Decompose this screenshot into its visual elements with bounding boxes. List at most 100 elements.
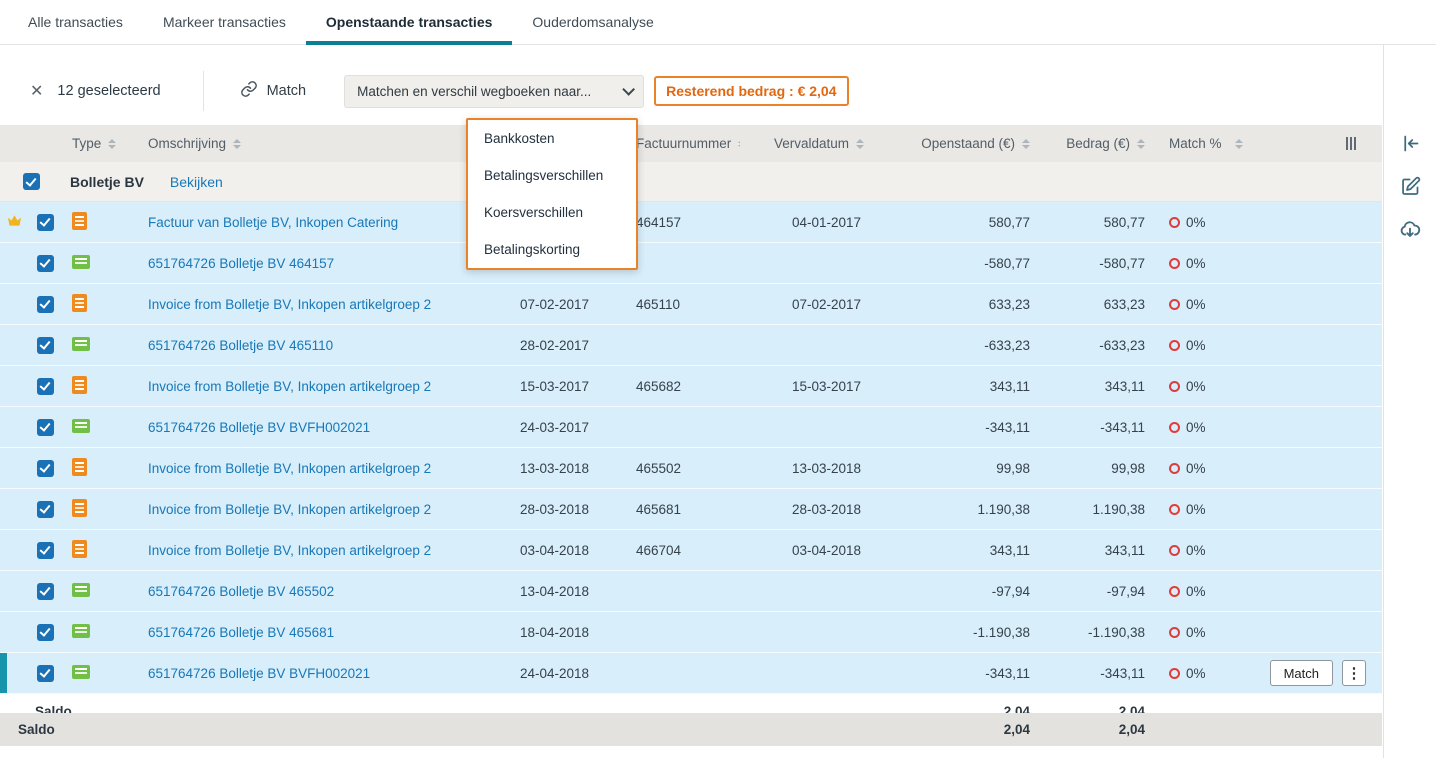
row-checkbox[interactable] [36,254,54,272]
column-settings-icon[interactable] [1346,137,1356,150]
invoice-icon [72,539,87,558]
row-checkbox[interactable] [36,541,54,559]
cell-bedrag: -343,11 [1100,665,1145,681]
transaction-link[interactable]: Invoice from Bolletje BV, Inkopen artike… [148,543,431,558]
column-header-bedrag[interactable]: Bedrag (€) [1040,136,1155,151]
table-row[interactable]: Factuur van Bolletje BV, Inkopen Caterin… [0,202,1382,243]
cell-bedrag: 1.190,38 [1092,501,1145,517]
cloud-download-icon [1400,221,1421,237]
column-header-openstaand[interactable]: Openstaand (€) [890,136,1040,151]
cell-match-value: 0% [1186,542,1206,558]
table-row[interactable]: Invoice from Bolletje BV, Inkopen artike… [0,448,1382,489]
table-row[interactable]: Invoice from Bolletje BV, Inkopen artike… [0,366,1382,407]
remaining-amount-badge: Resterend bedrag : € 2,04 [654,76,849,106]
transaction-link[interactable]: Invoice from Bolletje BV, Inkopen artike… [148,502,431,517]
column-header-vervaldatum[interactable]: Vervaldatum [740,136,890,151]
cell-openstaand: 633,23 [988,296,1030,312]
transaction-link[interactable]: Factuur van Bolletje BV, Inkopen Caterin… [148,215,398,230]
column-header-match[interactable]: Match % [1155,136,1250,151]
edit-icon [1401,176,1420,195]
cell-match-value: 0% [1186,214,1206,230]
cell-bedrag: 580,77 [1103,214,1145,230]
cell-openstaand: -343,11 [985,419,1030,435]
subtotal-bedrag: 2,04 [1118,703,1145,714]
cell-openstaand: 580,77 [988,214,1030,230]
row-checkbox[interactable] [36,295,54,313]
tab-ouderdomsanalyse[interactable]: Ouderdomsanalyse [512,0,673,44]
transaction-link[interactable]: 651764726 Bolletje BV 464157 [148,256,334,271]
cell-match-value: 0% [1186,296,1206,312]
tab-markeer-transacties[interactable]: Markeer transacties [143,0,306,44]
cell-openstaand: 343,11 [989,378,1030,394]
row-checkbox[interactable] [36,582,54,600]
cell-openstaand: 1.190,38 [977,501,1030,517]
transaction-link[interactable]: 651764726 Bolletje BV 465502 [148,584,334,599]
saldo-label: Saldo [18,722,55,737]
clear-selection-icon[interactable]: ✕ [30,81,43,101]
table-row[interactable]: 651764726 Bolletje BV 465681 18-04-2018 … [0,612,1382,653]
row-checkbox[interactable] [36,623,54,641]
transaction-link[interactable]: 651764726 Bolletje BV 465110 [148,338,333,353]
table-row[interactable]: 651764726 Bolletje BV BVFH002021 24-04-2… [0,653,1382,694]
download-button[interactable] [1399,219,1421,241]
cell-match-value: 0% [1186,337,1206,353]
chevron-down-icon [622,82,636,96]
link-icon [240,80,258,102]
transaction-link[interactable]: Invoice from Bolletje BV, Inkopen artike… [148,297,431,312]
saldo-footer-row: Saldo 2,04 2,04 [0,713,1382,746]
cell-bedrag: -97,94 [1106,583,1145,599]
transaction-link[interactable]: Invoice from Bolletje BV, Inkopen artike… [148,379,431,394]
subtotal-label: Saldo [35,703,72,714]
cell-factuurnummer: 465502 [636,460,682,476]
table-row[interactable]: 651764726 Bolletje BV BVFH002021 24-03-2… [0,407,1382,448]
cell-bedrag: -633,23 [1099,337,1145,353]
cell-factuurnummer: 466704 [636,542,682,558]
menu-item-betalingsverschillen[interactable]: Betalingsverschillen [468,157,636,194]
bank-transaction-icon [72,664,90,679]
row-checkbox[interactable] [36,213,54,231]
table-row[interactable]: Invoice from Bolletje BV, Inkopen artike… [0,489,1382,530]
transaction-link[interactable]: 651764726 Bolletje BV 465681 [148,625,334,640]
row-checkbox[interactable] [36,459,54,477]
saldo-bedrag: 2,04 [1118,722,1145,737]
row-checkbox[interactable] [36,664,54,682]
tab-alle-transacties[interactable]: Alle transacties [8,0,143,44]
cell-match-value: 0% [1186,624,1206,640]
transaction-link[interactable]: 651764726 Bolletje BV BVFH002021 [148,420,370,435]
crown-icon [7,214,22,230]
edit-button[interactable] [1400,176,1421,197]
sort-icon [233,138,242,149]
group-checkbox[interactable] [22,173,40,190]
table-row[interactable]: Invoice from Bolletje BV, Inkopen artike… [0,530,1382,571]
menu-item-betalingskorting[interactable]: Betalingskorting [468,231,636,268]
group-view-link[interactable]: Bekijken [170,174,223,190]
table-row[interactable]: Invoice from Bolletje BV, Inkopen artike… [0,284,1382,325]
cell-match-value: 0% [1186,255,1206,271]
row-checkbox[interactable] [36,418,54,436]
tab-openstaande-transacties[interactable]: Openstaande transacties [305,0,513,45]
cell-bedrag: 633,23 [1103,296,1145,312]
table-row[interactable]: 651764726 Bolletje BV 464157 -580,77 -58… [0,243,1382,284]
column-header-omschrijving[interactable]: Omschrijving [128,136,508,151]
match-zero-icon [1169,339,1180,351]
row-checkbox[interactable] [36,377,54,395]
table-row[interactable]: 651764726 Bolletje BV 465502 13-04-2018 … [0,571,1382,612]
collapse-panel-button[interactable] [1400,133,1421,154]
table-row[interactable]: 651764726 Bolletje BV 465110 28-02-2017 … [0,325,1382,366]
writeoff-dropdown[interactable]: Matchen en verschil wegboeken naar... [344,74,645,108]
cell-datum: 24-04-2018 [520,665,590,681]
row-checkbox[interactable] [36,500,54,518]
cell-openstaand: -97,94 [991,583,1030,599]
row-match-button[interactable]: Match [1269,660,1333,686]
row-menu-button[interactable]: ⋮ [1342,660,1366,686]
menu-item-bankkosten[interactable]: Bankkosten [468,120,636,157]
row-checkbox[interactable] [36,336,54,354]
cell-match-value: 0% [1186,501,1206,517]
transaction-link[interactable]: Invoice from Bolletje BV, Inkopen artike… [148,461,431,476]
match-action-button[interactable]: Match [240,80,306,102]
column-header-type[interactable]: Type [62,136,128,151]
cell-match-value: 0% [1186,583,1206,599]
match-zero-icon [1169,503,1180,515]
transaction-link[interactable]: 651764726 Bolletje BV BVFH002021 [148,666,370,681]
menu-item-koersverschillen[interactable]: Koersverschillen [468,194,636,231]
